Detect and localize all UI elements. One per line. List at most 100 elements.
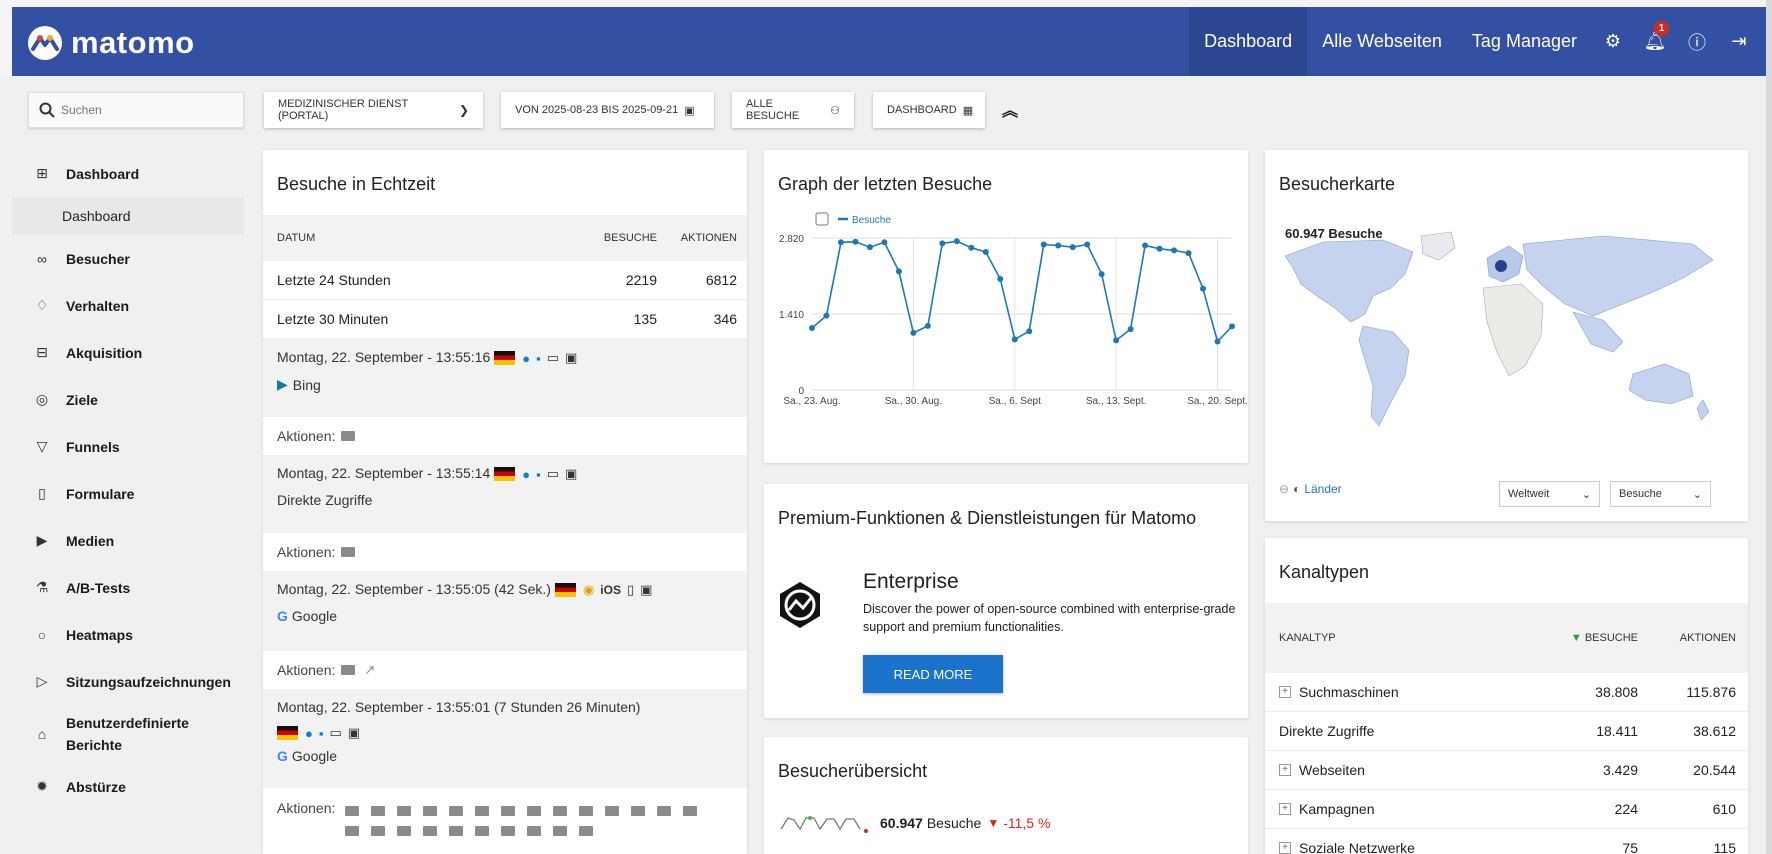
x-tick-label: Sa., 30. Aug. — [885, 396, 942, 407]
folder-icon[interactable] — [475, 806, 490, 817]
folder-icon[interactable] — [345, 826, 360, 837]
sidebar-item-visitors[interactable]: ∞ Besucher — [12, 235, 244, 282]
period-selector[interactable]: VON 2025-08-23 BIS 2025-09-21 ▣ — [501, 92, 714, 128]
visits-line-chart[interactable]: 2.8201.4100Sa., 23. Aug. Sa., 30. Aug. Sa.… — [764, 210, 1248, 460]
bell-icon[interactable]: 🔔︎ 1 — [1634, 7, 1676, 76]
y-tick-label: 1.410 — [779, 310, 804, 321]
expand-icon[interactable]: + — [1279, 803, 1291, 815]
sidebar-subitem-dashboard[interactable]: Dashboard — [12, 197, 244, 235]
expand-icon[interactable]: + — [1279, 764, 1291, 776]
gear-icon[interactable]: ⚙ — [1592, 7, 1634, 76]
folder-icon[interactable] — [423, 826, 438, 837]
metric-select[interactable]: Besuche ⌄ — [1610, 481, 1711, 507]
product-name: Enterprise — [863, 570, 959, 593]
read-more-button[interactable]: READ MORE — [863, 655, 1003, 693]
folder-icon[interactable] — [397, 806, 412, 817]
bing-icon: ▶ — [277, 376, 288, 393]
bug-icon: ✹ — [36, 778, 48, 794]
table-row[interactable]: + Suchmaschinen 38.808 115.876 — [1265, 673, 1748, 712]
dashboard-selector[interactable]: DASHBOARD ▦ — [873, 92, 985, 128]
sidebar-item-ab-tests[interactable]: ⚗ A/B-Tests — [12, 564, 244, 611]
data-point — [837, 239, 844, 246]
folder-icon[interactable] — [527, 806, 542, 817]
table-row[interactable]: Letzte 24 Stunden 2219 6812 — [263, 261, 747, 300]
folder-icon[interactable] — [579, 806, 594, 817]
data-point — [924, 322, 931, 329]
desktop-icon: ▭ — [329, 725, 342, 741]
folder-icon[interactable] — [657, 806, 672, 817]
window-scrollbar[interactable] — [1766, 0, 1772, 854]
folder-icon[interactable] — [631, 806, 646, 817]
sidebar-item-heatmaps[interactable]: ○ Heatmaps — [12, 611, 244, 658]
table-row[interactable]: Direkte Zugriffe 18.411 38.612 — [1265, 712, 1748, 751]
data-point — [1171, 247, 1178, 254]
folder-icon[interactable] — [449, 806, 464, 817]
sidebar-item-behaviour[interactable]: ♢ Verhalten — [12, 282, 244, 329]
folder-icon[interactable] — [475, 826, 490, 837]
table-row[interactable]: Letzte 30 Minuten 135 346 — [263, 300, 747, 339]
matomo-logo-icon — [28, 26, 62, 60]
sidebar-item-acquisition[interactable]: ⊟ Akquisition — [12, 329, 244, 376]
folder-icon[interactable] — [449, 826, 464, 837]
nav-tag-manager[interactable]: Tag Manager — [1457, 7, 1592, 76]
search-input[interactable] — [61, 103, 221, 117]
expand-icon[interactable]: + — [1279, 686, 1291, 698]
nav-dashboard[interactable]: Dashboard — [1189, 7, 1308, 76]
folder-icon[interactable] — [527, 826, 542, 837]
folder-icon[interactable] — [683, 806, 698, 817]
sidebar-item-dashboard[interactable]: ⊞ Dashboard — [12, 150, 244, 197]
folder-icon[interactable] — [553, 826, 568, 837]
table-header: KANALTYP ▼ BESUCHE AKTIONEN — [1265, 603, 1748, 673]
visit-entry[interactable]: Montag, 22. September - 13:55:01 (7 Stun… — [263, 689, 747, 788]
folder-icon[interactable] — [341, 547, 356, 557]
visit-entry[interactable]: Montag, 22. September - 13:55:05 (42 Sek… — [263, 571, 747, 651]
bank-icon: ⌂ — [37, 726, 47, 742]
visit-entry[interactable]: Montag, 22. September - 13:55:14 ● ▪ ▭ ▣ Dir… — [263, 455, 747, 533]
folder-icon[interactable] — [605, 806, 620, 817]
folder-icon[interactable] — [501, 806, 516, 817]
zoom-out-icon[interactable]: ⊖ — [1279, 482, 1289, 496]
folder-icon[interactable] — [579, 826, 594, 837]
folder-icon[interactable] — [423, 806, 438, 817]
expand-icon[interactable]: + — [1279, 842, 1291, 854]
folder-icon[interactable] — [341, 431, 356, 441]
sidebar-item-media[interactable]: ▶ Medien — [12, 517, 244, 564]
target-icon: ◎ — [35, 391, 49, 407]
channel-actions: 38.612 — [1693, 723, 1736, 739]
logout-icon[interactable]: ⇥ — [1718, 7, 1760, 76]
x-tick-label: Sa., 20. Sept. — [1187, 396, 1248, 407]
countries-link[interactable]: Länder — [1304, 482, 1341, 496]
folder-icon[interactable] — [371, 826, 386, 837]
visit-entry[interactable]: Montag, 22. September - 13:55:16 ● ▪ ▭ ▣ ▶ Bi… — [263, 339, 747, 417]
channel-actions: 610 — [1712, 801, 1736, 817]
collapse-icon[interactable]: ︽ — [1002, 97, 1018, 121]
folder-icon[interactable] — [397, 826, 412, 837]
sidebar-item-goals[interactable]: ◎ Ziele — [12, 376, 244, 423]
sidebar-item-crashes[interactable]: ✹ Abstürze — [12, 763, 244, 810]
globe-icon: ◐ — [1293, 482, 1301, 496]
media-icon: ▶ — [36, 532, 48, 548]
site-selector[interactable]: MEDIZINISCHER DIENST (PORTAL) ❯ — [264, 92, 483, 128]
channel-label: Soziale Netzwerke — [1299, 840, 1415, 854]
sidebar-item-funnels[interactable]: ▽ Funnels — [12, 423, 244, 470]
region-select[interactable]: Weltweit ⌄ — [1499, 481, 1600, 507]
folder-icon[interactable] — [341, 665, 356, 675]
table-row[interactable]: + Kampagnen 224 610 — [1265, 790, 1748, 829]
external-link-icon[interactable]: ↗ — [364, 662, 375, 678]
sidebar-item-custom-reports[interactable]: ⌂ Benutzerdefinierte Berichte — [12, 705, 244, 763]
table-row[interactable]: + Soziale Netzwerke 75 115 — [1265, 829, 1748, 854]
folder-icon[interactable] — [345, 806, 360, 817]
info-icon[interactable]: ⓘ — [1676, 7, 1718, 76]
world-map[interactable] — [1273, 226, 1743, 456]
x-tick-label: Sa., 13. Sept. — [1086, 396, 1147, 407]
folder-icon[interactable] — [371, 806, 386, 817]
sidebar-item-forms[interactable]: ▯ Formulare — [12, 470, 244, 517]
folder-icon[interactable] — [501, 826, 516, 837]
segment-selector[interactable]: ALLE BESUCHE ⚇ — [732, 92, 854, 128]
matomo-logo[interactable]: matomo — [28, 25, 195, 61]
search-box[interactable] — [28, 92, 244, 128]
table-row[interactable]: + Webseiten 3.429 20.544 — [1265, 751, 1748, 790]
nav-all-websites[interactable]: Alle Webseiten — [1307, 7, 1457, 76]
sidebar-item-session-recordings[interactable]: ▷ Sitzungsaufzeichnungen — [12, 658, 244, 705]
folder-icon[interactable] — [553, 806, 568, 817]
